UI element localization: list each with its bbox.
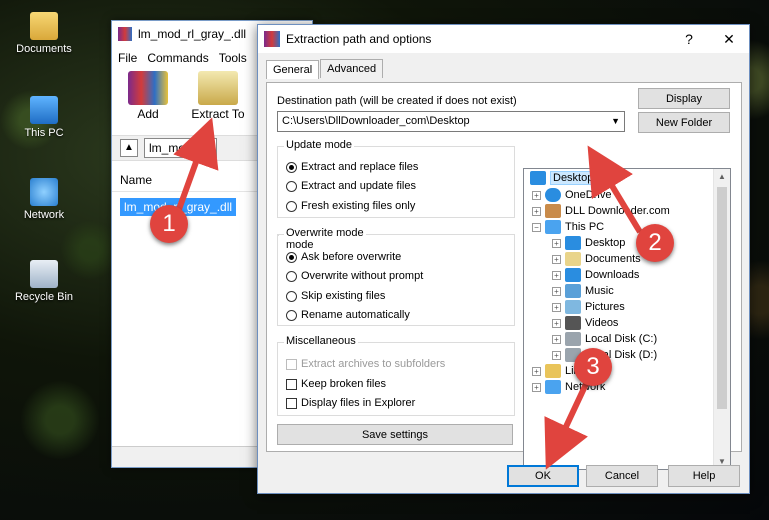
- step-1-badge: 1: [150, 205, 188, 243]
- arrow-1: [173, 117, 219, 214]
- step-3-badge: 3: [574, 348, 612, 386]
- step-2-badge: 2: [636, 224, 674, 262]
- arrow-3: [544, 382, 589, 470]
- arrow-2: [587, 145, 643, 234]
